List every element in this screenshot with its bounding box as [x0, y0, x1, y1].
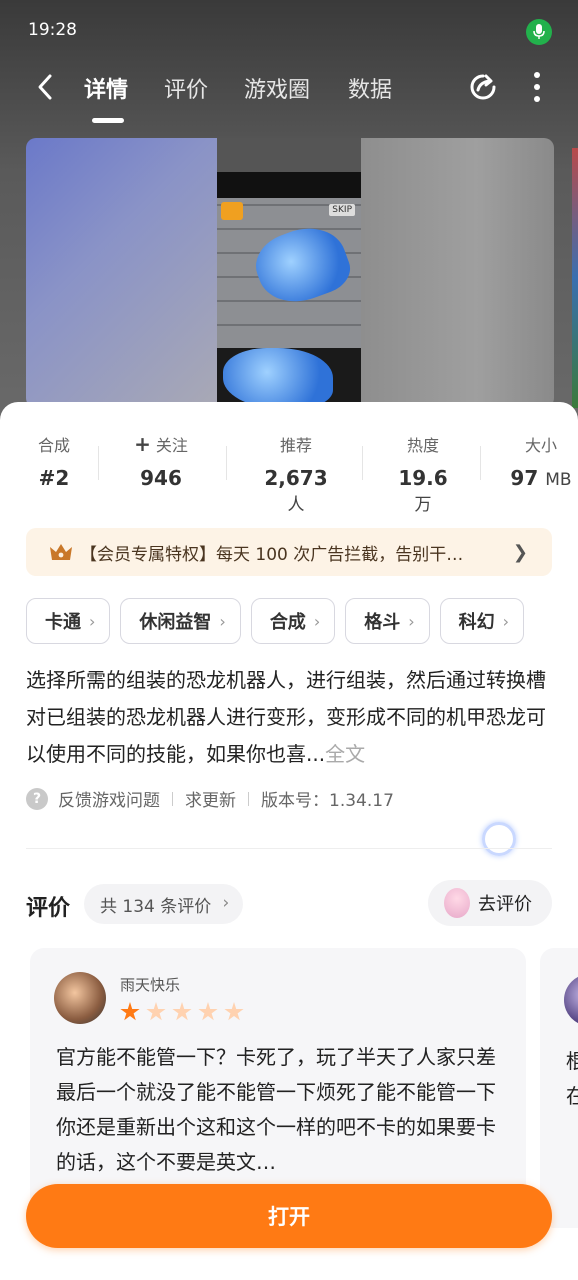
write-review-button[interactable]: 去评价 [428, 880, 552, 926]
star-icon [172, 1002, 192, 1021]
vip-text: 【会员专属特权】每天 100 次广告拦截，告别干… [80, 544, 464, 565]
tab-details[interactable]: 详情 [84, 72, 128, 104]
stats-row: 合成 #2 + 关注 946 推荐 2,673人 热度 19.6万 大小 97 … [0, 432, 578, 515]
open-game-button[interactable]: 打开 [26, 1184, 552, 1248]
vip-banner[interactable]: 【会员专属特权】每天 100 次广告拦截，告别干… ❯ [26, 528, 552, 576]
review-card[interactable]: 棍 在 [540, 948, 578, 1228]
tag-item[interactable]: 格斗 › [345, 598, 430, 644]
stat-heat: 热度 19.6万 [390, 432, 456, 515]
chevron-right-icon: ❯ [512, 542, 528, 563]
top-nav: 详情 评价 游戏圈 数据 [0, 62, 578, 123]
description-text: 选择所需的组装的恐龙机器人，进行组装，然后通过转换槽对已组装的恐龙机器人进行变形… [26, 668, 546, 766]
status-bar: 19:28 [0, 0, 578, 62]
tag-item[interactable]: 休闲益智 › [120, 598, 241, 644]
avatar[interactable] [54, 972, 106, 1024]
rating-stars [120, 1002, 244, 1022]
screenshot-blur-right [361, 138, 554, 408]
review-text: 官方能不能管一下？卡死了，玩了半天了人家只差最后一个就没了能不能管一下烦死了能不… [56, 1045, 496, 1174]
stat-label: 推荐 [279, 436, 312, 455]
chevron-right-icon: › [313, 611, 321, 631]
stat-label: 热度 [406, 436, 439, 455]
microphone-icon [526, 19, 552, 45]
screenshot-blur-left [26, 138, 217, 408]
crown-icon [48, 541, 74, 563]
review-section-title: 评价 [26, 896, 71, 921]
loading-indicator [482, 822, 516, 856]
chevron-right-icon: › [219, 611, 226, 631]
status-time: 19:28 [28, 20, 77, 40]
stat-value: 19.6万 [398, 466, 448, 515]
stat-label: 大小 [524, 436, 557, 455]
question-icon: ? [26, 787, 48, 810]
stat-label: 合成 [37, 436, 70, 455]
review-count-button[interactable]: 共 134 条评价 › [84, 884, 244, 924]
mascot-avatar-icon [444, 888, 470, 918]
header-area: 19:28 详情 评价 游戏圈 数据 SKIP [0, 0, 578, 430]
read-more-link[interactable]: 全文 [325, 742, 365, 766]
stat-value: 2,673人 [264, 466, 328, 515]
star-icon [120, 1002, 140, 1021]
review-header: 评价 共 134 条评价 › 去评价 [26, 880, 552, 928]
back-icon[interactable] [32, 72, 62, 102]
version-label: 版本号：1.34.17 [261, 791, 394, 811]
stat-recommend: 推荐 2,673人 [256, 432, 336, 515]
star-icon [224, 1002, 244, 1021]
tag-list: 卡通 › 休闲益智 › 合成 › 格斗 › 科幻 › [26, 598, 525, 646]
feedback-link[interactable]: 反馈游戏问题 [58, 786, 160, 811]
review-username[interactable]: 雨天快乐 [120, 974, 180, 995]
active-tab-indicator [92, 118, 124, 123]
next-screenshot[interactable] [572, 148, 578, 408]
tag-item[interactable]: 科幻 › [439, 598, 525, 644]
stat-size: 大小 97 MB [508, 432, 574, 490]
stat-label: + 关注 [134, 432, 188, 456]
request-update-link[interactable]: 求更新 [185, 786, 236, 811]
game-back-icon [221, 202, 243, 220]
tab-game-circle[interactable]: 游戏圈 [244, 72, 310, 104]
tag-item[interactable]: 合成 › [250, 598, 336, 644]
stat-value: 946 [140, 466, 182, 490]
tab-reviews[interactable]: 评价 [164, 72, 208, 104]
tab-data[interactable]: 数据 [348, 72, 392, 104]
game-skip-label: SKIP [329, 204, 355, 216]
star-icon [198, 1002, 218, 1021]
chevron-right-icon: › [408, 611, 415, 631]
stat-value: #2 [38, 466, 70, 490]
tag-item[interactable]: 卡通 › [26, 598, 111, 644]
more-icon[interactable] [532, 70, 542, 104]
stat-follow[interactable]: + 关注 946 [128, 432, 194, 490]
stat-rank: 合成 #2 [34, 432, 74, 490]
review-text: 棍 在 [566, 1049, 578, 1108]
detail-sheet: 合成 #2 + 关注 946 推荐 2,673人 热度 19.6万 大小 97 … [0, 402, 578, 1280]
section-divider [26, 848, 552, 849]
chevron-right-icon: › [89, 611, 96, 631]
star-icon [146, 1002, 166, 1021]
avatar[interactable] [564, 974, 578, 1026]
stat-value: 97 MB [510, 466, 572, 490]
chevron-right-icon: › [222, 893, 230, 913]
game-description: 选择所需的组装的恐龙机器人，进行组装，然后通过转换槽对已组装的恐龙机器人进行变形… [26, 662, 556, 773]
meta-row: ? 反馈游戏问题 求更新 版本号：1.34.17 [26, 786, 394, 811]
share-icon[interactable] [466, 70, 500, 104]
screenshot-gallery[interactable]: SKIP [26, 138, 554, 408]
screenshot-image[interactable]: SKIP [217, 138, 361, 408]
chevron-right-icon: › [502, 611, 510, 631]
plus-icon: + [134, 432, 151, 456]
